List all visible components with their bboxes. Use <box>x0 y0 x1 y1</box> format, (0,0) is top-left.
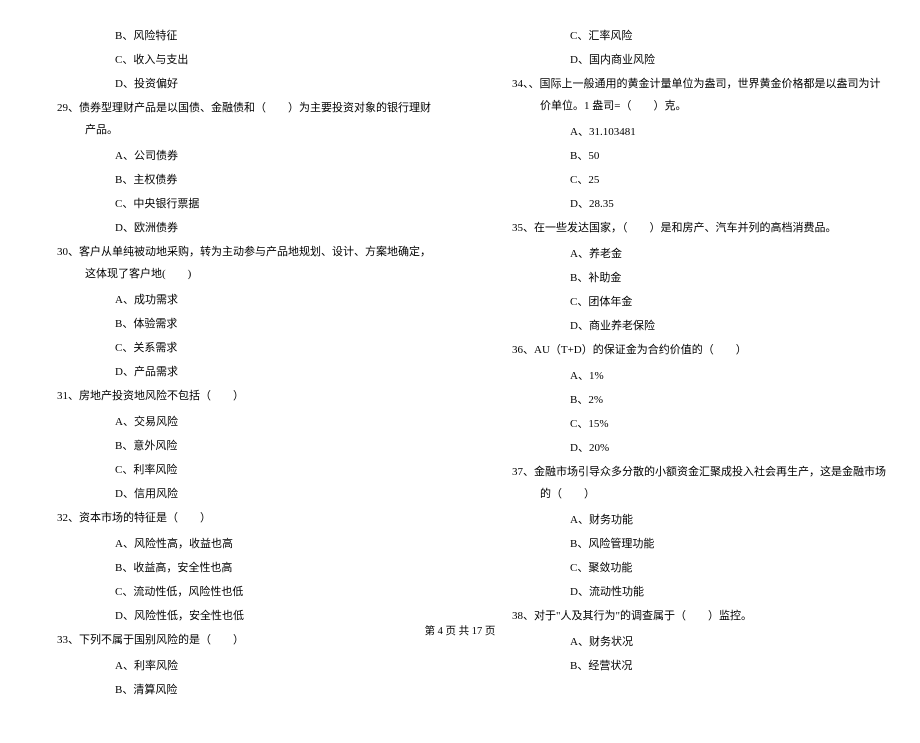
option: D、信用风险 <box>30 483 435 505</box>
option: C、利率风险 <box>30 459 435 481</box>
option: A、交易风险 <box>30 411 435 433</box>
right-column: C、汇率风险 D、国内商业风险 34、、国际上一般通用的黄金计量单位为盎司，世界… <box>460 25 900 703</box>
option: A、31.103481 <box>485 121 890 143</box>
option: B、收益高，安全性也高 <box>30 557 435 579</box>
option: A、财务功能 <box>485 509 890 531</box>
question-34: 34、、国际上一般通用的黄金计量单位为盎司，世界黄金价格都是以盎司为计价单位。1… <box>485 73 890 117</box>
question-36: 36、AU（T+D）的保证金为合约价值的（ ） <box>485 339 890 361</box>
option: B、风险特征 <box>30 25 435 47</box>
option: D、20% <box>485 437 890 459</box>
question-32: 32、资本市场的特征是（ ） <box>30 507 435 529</box>
option: A、公司债券 <box>30 145 435 167</box>
question-29: 29、债券型理财产品是以国债、金融债和（ ）为主要投资对象的银行理财产品。 <box>30 97 435 141</box>
option: D、国内商业风险 <box>485 49 890 71</box>
option: B、风险管理功能 <box>485 533 890 555</box>
option: B、2% <box>485 389 890 411</box>
option: A、风险性高，收益也高 <box>30 533 435 555</box>
option: C、中央银行票据 <box>30 193 435 215</box>
option: B、经营状况 <box>485 655 890 677</box>
option: A、1% <box>485 365 890 387</box>
option: B、清算风险 <box>30 679 435 701</box>
option: C、25 <box>485 169 890 191</box>
question-30: 30、客户从单纯被动地采购，转为主动参与产品地规划、设计、方案地确定，这体现了客… <box>30 241 435 285</box>
option: D、28.35 <box>485 193 890 215</box>
option: B、50 <box>485 145 890 167</box>
option: B、主权债券 <box>30 169 435 191</box>
option: A、成功需求 <box>30 289 435 311</box>
question-35: 35、在一些发达国家，（ ）是和房产、汽车并列的高档消费品。 <box>485 217 890 239</box>
option: B、意外风险 <box>30 435 435 457</box>
option: C、汇率风险 <box>485 25 890 47</box>
left-column: B、风险特征 C、收入与支出 D、投资偏好 29、债券型理财产品是以国债、金融债… <box>20 25 460 703</box>
question-37: 37、金融市场引导众多分散的小额资金汇聚成投入社会再生产，这是金融市场的（ ） <box>485 461 890 505</box>
option: D、流动性功能 <box>485 581 890 603</box>
option: A、养老金 <box>485 243 890 265</box>
page-footer: 第 4 页 共 17 页 <box>0 623 920 638</box>
option: C、聚敛功能 <box>485 557 890 579</box>
option: D、产品需求 <box>30 361 435 383</box>
option: C、流动性低，风险性也低 <box>30 581 435 603</box>
option: B、体验需求 <box>30 313 435 335</box>
option: C、收入与支出 <box>30 49 435 71</box>
option: D、投资偏好 <box>30 73 435 95</box>
option: C、团体年金 <box>485 291 890 313</box>
option: B、补助金 <box>485 267 890 289</box>
option: D、欧洲债券 <box>30 217 435 239</box>
option: C、15% <box>485 413 890 435</box>
question-31: 31、房地产投资地风险不包括（ ） <box>30 385 435 407</box>
option: A、利率风险 <box>30 655 435 677</box>
option: C、关系需求 <box>30 337 435 359</box>
option: D、商业养老保险 <box>485 315 890 337</box>
